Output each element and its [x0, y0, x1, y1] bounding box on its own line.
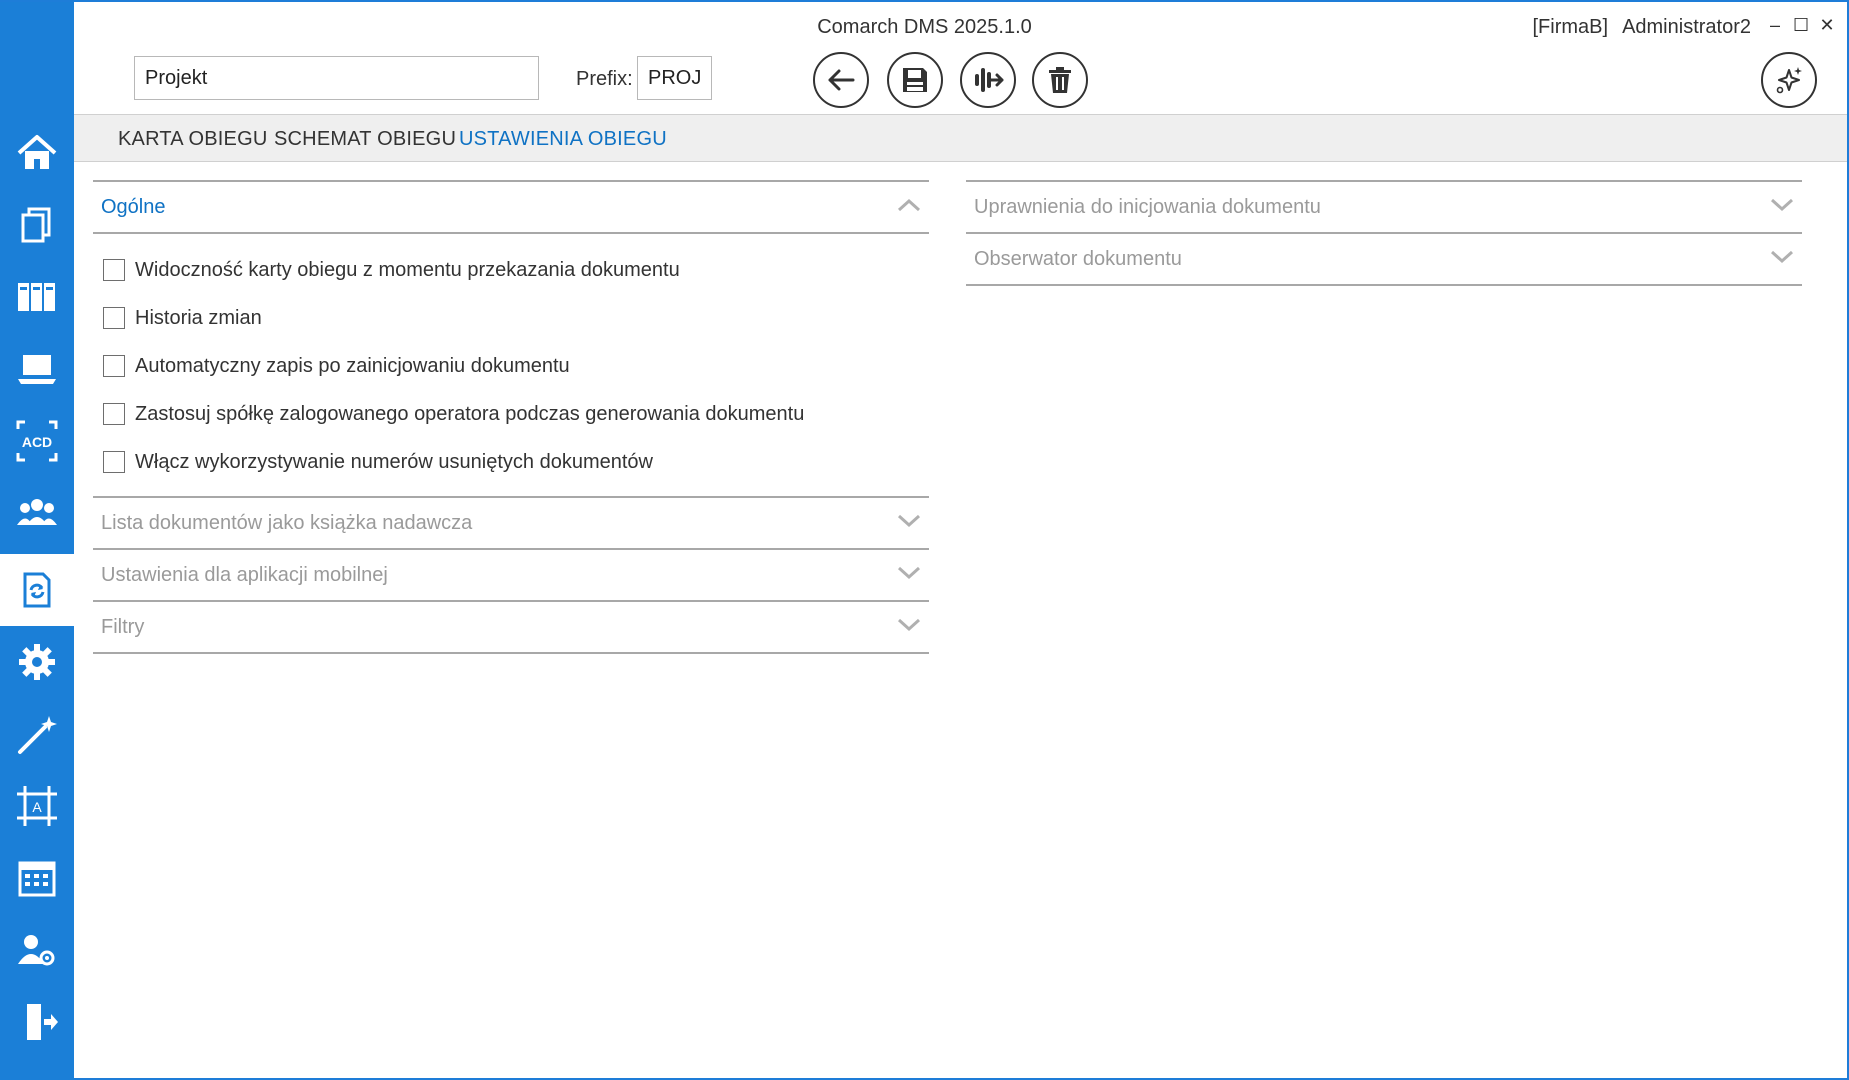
chevron-down-icon[interactable]	[1770, 197, 1794, 218]
checkbox[interactable]	[103, 355, 125, 377]
tab-karta-obiegu[interactable]: KARTA OBIEGU	[118, 128, 267, 151]
checkbox[interactable]	[103, 259, 125, 281]
window-controls: ‒ ☐ ✕	[1767, 14, 1835, 36]
home-icon	[17, 135, 57, 169]
workflow-document-icon	[23, 572, 51, 608]
sidebar-item-acd[interactable]: ACD	[0, 405, 74, 477]
documents-icon	[21, 207, 51, 243]
sidebar-item-binders[interactable]	[0, 261, 74, 333]
magic-wand-icon	[18, 716, 57, 754]
section-filters-title: Filtry	[101, 615, 145, 638]
logout-door-icon	[27, 1004, 58, 1040]
sidebar-item-users[interactable]	[0, 477, 74, 549]
option-row[interactable]: Włącz wykorzystywanie numerów usuniętych…	[103, 438, 919, 486]
delete-button[interactable]	[1032, 52, 1088, 108]
checkbox[interactable]	[103, 307, 125, 329]
laptop-icon	[18, 355, 56, 384]
sidebar-item-workflow[interactable]	[0, 554, 74, 626]
settings-gear-icon	[19, 644, 55, 680]
svg-text:A: A	[32, 799, 42, 815]
svg-text:ACD: ACD	[22, 434, 52, 450]
maximize-button[interactable]: ☐	[1793, 14, 1809, 36]
minimize-button[interactable]: ‒	[1767, 14, 1783, 36]
section-general-title: Ogólne	[101, 195, 166, 218]
trash-icon	[1049, 67, 1071, 93]
option-row[interactable]: Widoczność karty obiegu z momentu przeka…	[103, 246, 919, 294]
chevron-down-icon[interactable]	[897, 513, 921, 534]
chevron-down-icon[interactable]	[1770, 249, 1794, 270]
option-label: Automatyczny zapis po zainicjowaniu doku…	[135, 354, 570, 377]
option-label: Włącz wykorzystywanie numerów usuniętych…	[135, 450, 653, 473]
section-mobile-title: Ustawienia dla aplikacji mobilnej	[101, 563, 388, 586]
option-row[interactable]: Historia zmian	[103, 294, 919, 342]
users-icon	[17, 499, 57, 525]
sidebar-item-calendar[interactable]	[0, 842, 74, 914]
option-label: Historia zmian	[135, 306, 262, 329]
user-label[interactable]: Administrator2	[1622, 16, 1751, 38]
chevron-down-icon[interactable]	[897, 617, 921, 638]
option-row[interactable]: Zastosuj spółkę zalogowanego operatora p…	[103, 390, 919, 438]
workflow-name-input[interactable]: Projekt	[134, 56, 539, 100]
section-permissions-header[interactable]: Uprawnienia do inicjowania dokumentu	[966, 182, 1802, 234]
ai-sparkles-icon	[1776, 67, 1802, 94]
option-label: Zastosuj spółkę zalogowanego operatora p…	[135, 402, 805, 425]
sidebar-item-templates[interactable]: A	[0, 770, 74, 842]
sidebar-item-home[interactable]	[0, 117, 74, 189]
section-observer-title: Obserwator dokumentu	[974, 247, 1182, 270]
section-filters-header[interactable]: Filtry	[93, 602, 929, 654]
section-right-column: Uprawnienia do inicjowania dokumentu Obs…	[966, 180, 1802, 286]
back-arrow-icon	[828, 69, 855, 91]
checkbox[interactable]	[103, 451, 125, 473]
option-label: Widoczność karty obiegu z momentu przeka…	[135, 258, 680, 281]
tab-schemat-obiegu[interactable]: SCHEMAT OBIEGU	[274, 128, 456, 151]
tab-ustawienia-obiegu[interactable]: USTAWIENIA OBIEGU	[459, 128, 667, 151]
binders-icon	[18, 283, 55, 311]
acd-scan-icon: ACD	[16, 420, 58, 462]
chevron-up-icon[interactable]	[897, 197, 921, 218]
user-area: [FirmaB] Administrator2	[1533, 16, 1752, 39]
section-mobile-header[interactable]: Ustawienia dla aplikacji mobilnej	[93, 550, 929, 602]
tab-bar: KARTA OBIEGU SCHEMAT OBIEGU USTAWIENIA O…	[74, 114, 1847, 162]
chevron-down-icon[interactable]	[897, 565, 921, 586]
section-general-header[interactable]: Ogólne	[93, 182, 929, 234]
text-frame-icon: A	[17, 786, 57, 826]
sidebar-item-logout[interactable]	[0, 986, 74, 1058]
sidebar-item-wizard[interactable]	[0, 698, 74, 770]
option-row[interactable]: Automatyczny zapis po zainicjowaniu doku…	[103, 342, 919, 390]
save-disk-icon	[903, 68, 927, 92]
section-sender-book-title: Lista dokumentów jako książka nadawcza	[101, 511, 473, 534]
user-settings-icon	[18, 935, 55, 966]
close-button[interactable]: ✕	[1819, 14, 1835, 36]
sidebar-item-user-settings[interactable]	[0, 914, 74, 986]
sidebar-item-settings[interactable]	[0, 626, 74, 698]
section-sender-book-header[interactable]: Lista dokumentów jako książka nadawcza	[93, 498, 929, 550]
company-label[interactable]: [FirmaB]	[1533, 16, 1609, 38]
section-permissions-title: Uprawnienia do inicjowania dokumentu	[974, 195, 1321, 218]
general-options: Widoczność karty obiegu z momentu przeka…	[93, 234, 929, 498]
sidebar: ACD A	[0, 2, 74, 1080]
prefix-label: Prefix:	[576, 68, 633, 90]
merge-flow-button[interactable]	[960, 52, 1016, 108]
save-button[interactable]	[887, 52, 943, 108]
section-observer-header[interactable]: Obserwator dokumentu	[966, 234, 1802, 286]
app-window: ACD A Comarch DMS 2025.1.0 [FirmaB] Admin…	[0, 0, 1849, 1080]
back-button[interactable]	[813, 52, 869, 108]
checkbox[interactable]	[103, 403, 125, 425]
calendar-icon	[18, 861, 56, 897]
merge-flow-icon	[975, 68, 1004, 92]
section-general: Ogólne Widoczność karty obiegu z momentu…	[93, 180, 929, 654]
ai-assistant-button[interactable]	[1761, 52, 1817, 108]
sidebar-item-documents[interactable]	[0, 189, 74, 261]
prefix-input[interactable]: PROJ	[637, 56, 712, 100]
sidebar-item-workstation[interactable]	[0, 333, 74, 405]
